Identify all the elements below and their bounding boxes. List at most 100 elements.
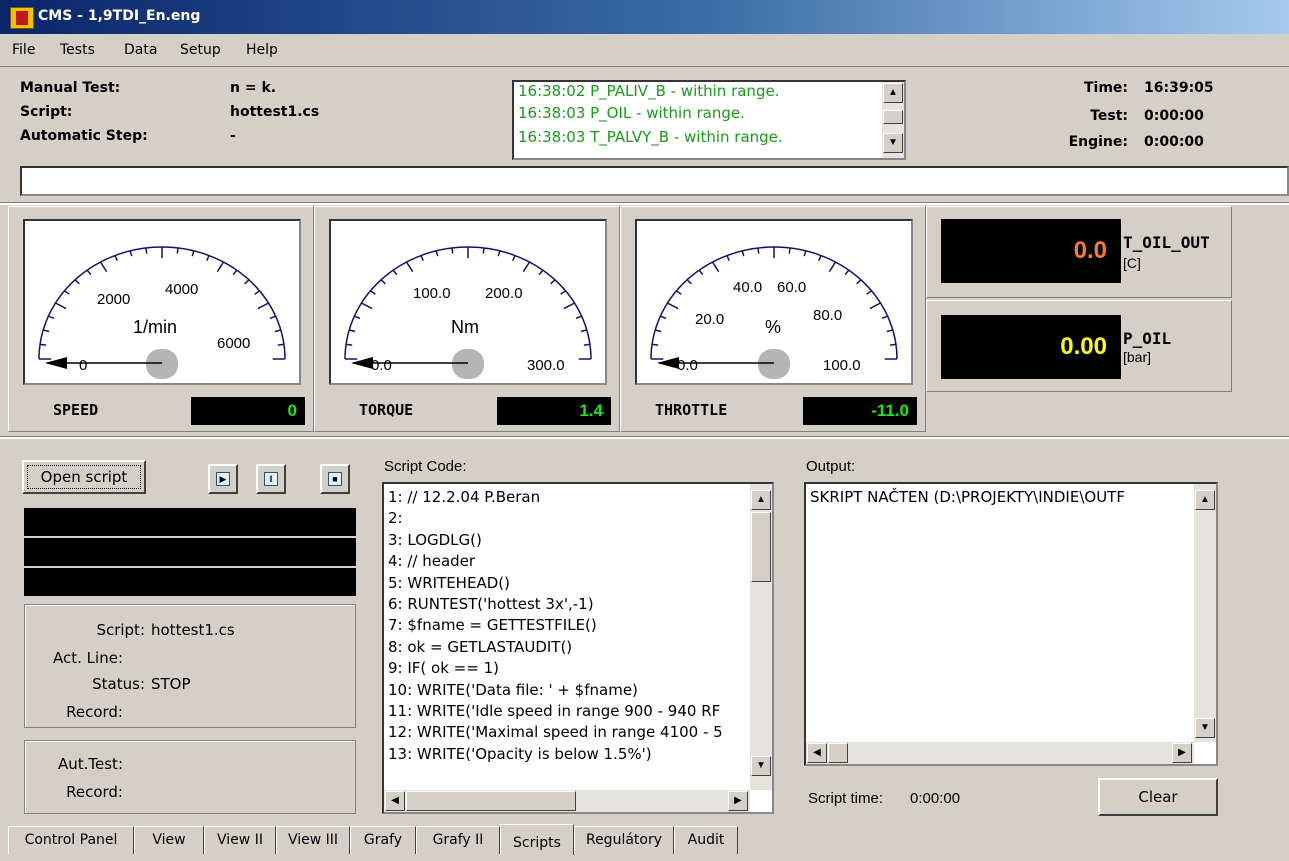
gauge-tick-mark (889, 343, 897, 346)
tab-view[interactable]: View (134, 826, 204, 854)
speed-unit: 1/min (133, 317, 178, 337)
speed-dial (38, 246, 286, 379)
run-button[interactable]: ▶ (208, 464, 238, 494)
gauge-tick-mark (512, 255, 516, 262)
test-label: Test: (1090, 108, 1128, 124)
gauge-tick-mark (482, 247, 485, 254)
menu-data[interactable]: Data (124, 42, 157, 58)
t-oil-out-name: T_OIL_OUT (1123, 233, 1210, 252)
scroll-down-icon[interactable]: ▼ (1195, 718, 1215, 738)
scroll-right-icon[interactable]: ▶ (1172, 743, 1192, 763)
stop-icon: ■ (328, 472, 342, 486)
scroll-left-icon[interactable]: ◀ (385, 791, 405, 811)
torque-value: 1.4 (497, 397, 611, 425)
script-label: Script: (20, 104, 73, 120)
scroll-thumb[interactable] (406, 791, 576, 811)
scroll-right-icon[interactable]: ▶ (728, 791, 748, 811)
divider (0, 66, 1289, 67)
scroll-left-icon[interactable]: ◀ (807, 743, 827, 763)
code-line: 13: WRITE('Opacity is below 1.5%') (388, 744, 652, 763)
gauge-tick-mark (244, 279, 250, 285)
output-vscroll[interactable]: ▲ ▼ (1194, 484, 1216, 742)
script-value: hottest1.cs (230, 104, 320, 120)
speed-tick: 4000 (165, 281, 199, 298)
script-time-value: 0:00:00 (910, 790, 961, 807)
gauge-tick-mark (39, 343, 47, 346)
code-vscroll[interactable]: ▲ ▼ (750, 484, 772, 790)
gauge-tick-mark (435, 250, 439, 257)
gauge-tick-mark (206, 255, 210, 262)
title-bar[interactable]: CMS - 1,9TDI_En.eng (0, 0, 1289, 34)
output-hscroll[interactable]: ◀ ▶ (806, 742, 1194, 764)
speed-label: SPEED (53, 401, 99, 419)
auto-step-label: Automatic Step: (20, 128, 148, 144)
window-title: CMS - 1,9TDI_En.eng (38, 8, 201, 24)
code-line: 10: WRITE('Data file: ' + $fname) (388, 680, 638, 699)
tab-regulatory[interactable]: Regulátory (574, 826, 674, 854)
tab-grafy-ii[interactable]: Grafy II (416, 826, 500, 854)
command-input[interactable] (20, 166, 1289, 196)
code-line: 5: WRITEHEAD() (388, 573, 510, 592)
status-bar-3 (24, 568, 356, 596)
gauge-tick-mark (575, 315, 582, 319)
gauge-tick-mark (349, 329, 356, 333)
divider (0, 436, 1289, 439)
script-code-editor[interactable]: 1: // 12.2.04 P.Beran 2: 3: LOGDLG() 4: // … (382, 482, 774, 814)
manual-test-label: Manual Test: (20, 80, 121, 96)
throttle-label: THROTTLE (655, 401, 728, 419)
code-line: 11: WRITE('Idle speed in range 900 - 940… (388, 702, 721, 720)
torque-label: TORQUE (359, 401, 414, 419)
gauge-tick-mark (698, 269, 704, 276)
menu-setup[interactable]: Setup (180, 42, 221, 58)
test-value: 0:00:00 (1144, 108, 1204, 124)
message-log[interactable]: 16:38:02 P_PALIV_B - within range. 16:38… (512, 80, 906, 160)
scroll-down-icon[interactable]: ▼ (751, 756, 771, 776)
tab-view-ii[interactable]: View II (204, 826, 276, 854)
p-oil-name: P_OIL (1123, 329, 1172, 348)
pause-button[interactable]: ‖ (256, 464, 286, 494)
tab-view-iii[interactable]: View III (276, 826, 350, 854)
gauge-tick-mark (856, 279, 862, 285)
status-bar-1 (24, 508, 356, 536)
scroll-thumb[interactable] (883, 110, 903, 124)
throttle-tick: 0.0 (677, 357, 698, 374)
auto-record-label: Record: (66, 783, 123, 801)
stop-button[interactable]: ■ (320, 464, 350, 494)
scroll-thumb[interactable] (751, 512, 771, 582)
gauge-tick-mark (726, 255, 730, 262)
torque-gauge-panel: 0.0 100.0 200.0 300.0 Nm TORQUE 1.4 (314, 206, 620, 432)
scroll-thumb[interactable] (828, 743, 848, 763)
scroll-up-icon[interactable]: ▲ (751, 490, 771, 510)
gauge-tick-mark (274, 329, 281, 333)
throttle-tick: 80.0 (813, 307, 843, 324)
output-box[interactable]: SKRIPT NAČTEN (D:\PROJEKTY\INDIE\OUTF ▲ … (804, 482, 1218, 766)
gauge-tick-mark (563, 302, 575, 310)
code-line: 3: LOGDLG() (388, 530, 482, 549)
torque-tick: 300.0 (527, 357, 565, 374)
scroll-up-icon[interactable]: ▲ (883, 83, 903, 103)
open-script-button[interactable]: Open script (22, 460, 146, 494)
scroll-down-icon[interactable]: ▼ (883, 133, 903, 153)
gauge-tick-mark (145, 247, 148, 254)
gauge-tick-mark (788, 247, 791, 254)
code-hscroll[interactable]: ◀ ▶ (384, 790, 750, 812)
throttle-value: -11.0 (803, 397, 917, 425)
log-scrollbar[interactable]: ▲ ▼ (882, 82, 904, 158)
gauge-tick-mark (392, 269, 398, 276)
speed-tick: 0 (79, 357, 88, 374)
tab-audit[interactable]: Audit (674, 826, 738, 854)
tab-scripts[interactable]: Scripts (500, 824, 574, 855)
menu-help[interactable]: Help (246, 42, 278, 58)
status-value: STOP (151, 675, 191, 693)
tab-control-panel[interactable]: Control Panel (8, 826, 134, 854)
tab-grafy[interactable]: Grafy (350, 826, 416, 854)
clear-button[interactable]: Clear (1098, 778, 1218, 816)
gauge-tick-mark (43, 329, 50, 333)
menu-tests[interactable]: Tests (60, 42, 95, 58)
speed-tick: 6000 (217, 335, 251, 352)
menu-file[interactable]: File (12, 42, 35, 58)
app-icon[interactable] (10, 7, 34, 29)
scroll-up-icon[interactable]: ▲ (1195, 490, 1215, 510)
p-oil-panel: 0.00 P_OIL [bar] (926, 300, 1232, 392)
gauge-tick-mark (583, 343, 591, 346)
